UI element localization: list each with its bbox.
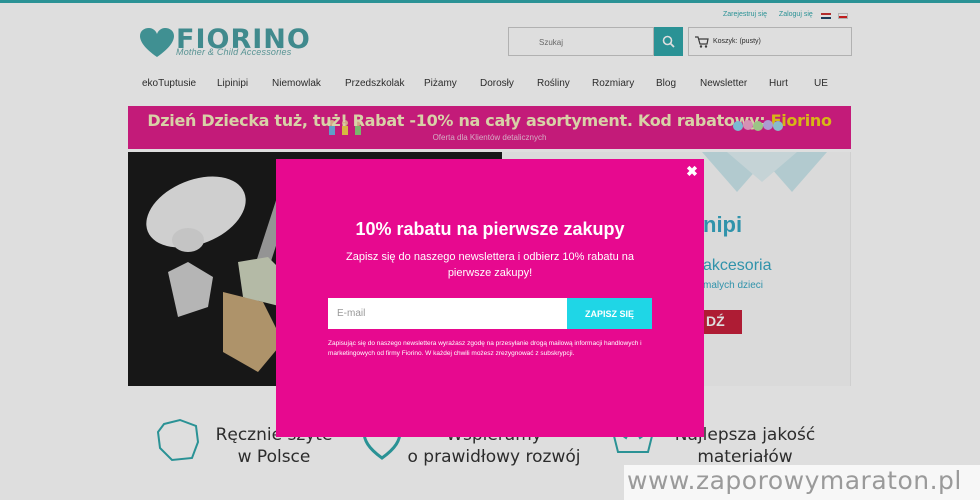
close-icon[interactable]: ✖: [684, 163, 700, 179]
watermark: www.zaporowymaraton.pl: [624, 465, 980, 500]
email-field[interactable]: [328, 298, 568, 329]
modal-subtitle: Zapisz się do naszego newslettera i odbi…: [345, 251, 634, 279]
consent-text: Zapisując się do naszego newslettera wyr…: [328, 340, 642, 357]
subscribe-button[interactable]: ZAPISZ SIĘ: [567, 298, 652, 329]
modal-title: 10% rabatu na pierwsze zakupy: [355, 219, 625, 239]
